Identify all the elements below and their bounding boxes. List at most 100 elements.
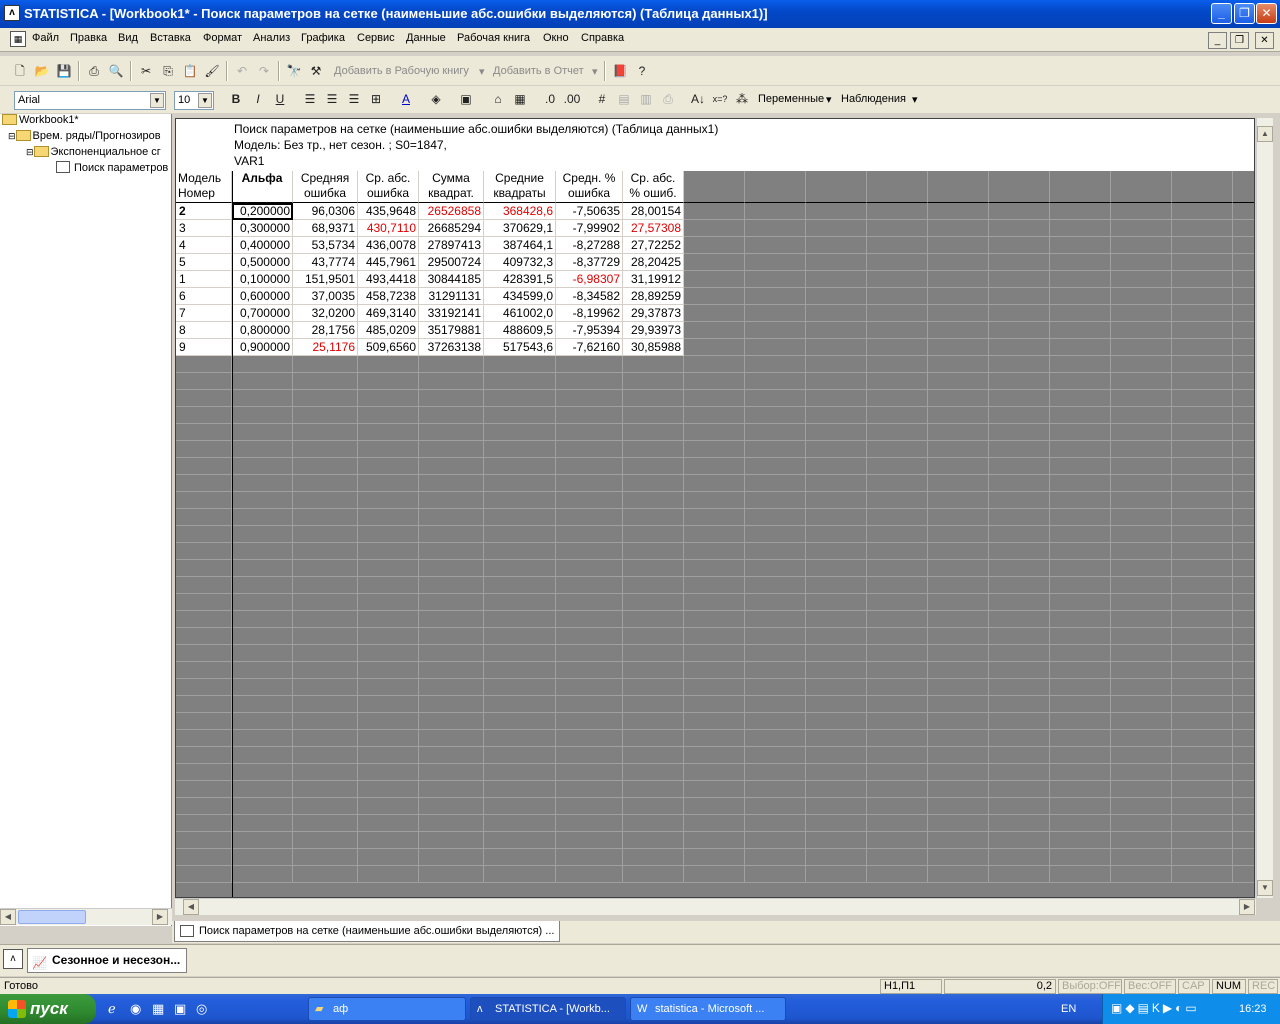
font-color-icon[interactable]: A [396,89,416,109]
paste-icon[interactable]: 📋 [180,61,200,81]
italic-icon[interactable]: I [248,89,268,109]
empty-cell[interactable] [989,798,1050,815]
menu-item-9[interactable]: Данные [406,32,446,44]
empty-cell[interactable] [806,560,867,577]
empty-cell[interactable] [556,645,623,662]
bold-icon[interactable]: B [226,89,246,109]
fill-color-icon[interactable]: ◈ [426,89,446,109]
empty-cell[interactable] [806,322,867,339]
empty-cell[interactable] [928,611,989,628]
empty-cell[interactable] [484,679,556,696]
empty-cell[interactable] [1050,271,1111,288]
empty-cell[interactable] [684,203,745,220]
empty-cell[interactable] [928,696,989,713]
empty-cell[interactable] [293,560,358,577]
empty-cell[interactable] [989,662,1050,679]
empty-cell[interactable] [1050,577,1111,594]
empty-cell[interactable] [928,628,989,645]
empty-cell[interactable] [989,458,1050,475]
empty-cell[interactable] [1172,424,1233,441]
empty-cell[interactable] [806,339,867,356]
empty-cell[interactable] [745,798,806,815]
empty-cell[interactable] [293,424,358,441]
empty-cell[interactable] [684,611,745,628]
empty-cell[interactable] [928,645,989,662]
empty-cell[interactable] [806,781,867,798]
empty-cell[interactable] [232,713,293,730]
empty-cell[interactable] [293,832,358,849]
empty-cell[interactable] [989,339,1050,356]
table-cell[interactable]: 32,0200 [293,305,358,322]
undo-icon[interactable]: ↶ [232,61,252,81]
empty-cell[interactable] [1050,713,1111,730]
empty-cell[interactable] [989,305,1050,322]
empty-cell[interactable] [1172,730,1233,747]
empty-cell[interactable] [745,866,806,883]
empty-cell[interactable] [419,441,484,458]
empty-cell[interactable] [484,832,556,849]
empty-cell[interactable] [684,815,745,832]
empty-cell[interactable] [867,815,928,832]
empty-cell[interactable] [684,220,745,237]
empty-cell[interactable] [806,220,867,237]
collapse-icon[interactable]: ⊟ [8,131,16,141]
empty-cell[interactable] [1111,322,1172,339]
empty-cell[interactable] [1111,662,1172,679]
table-cell[interactable]: 68,9371 [293,220,358,237]
empty-cell[interactable] [928,730,989,747]
tree-hscrollbar[interactable]: ◀ ▶ [0,908,172,925]
empty-cell[interactable] [1050,662,1111,679]
print-preview-icon[interactable]: 🔍 [106,61,126,81]
empty-cell[interactable] [419,424,484,441]
app-quicklaunch-icon[interactable]: ▣ [174,1001,186,1017]
empty-cell[interactable] [684,356,745,373]
empty-cell[interactable] [867,832,928,849]
menu-item-2[interactable]: Правка [70,32,107,44]
tag-icon[interactable]: ⌂ [488,89,508,109]
grid-vscrollbar[interactable]: ▲ ▼ [1256,118,1273,898]
empty-cell[interactable] [1172,747,1233,764]
empty-cell[interactable] [1172,390,1233,407]
empty-cell[interactable] [806,764,867,781]
table-cell[interactable]: 409732,3 [484,254,556,271]
empty-cell[interactable] [556,747,623,764]
empty-cell[interactable] [556,832,623,849]
empty-cell[interactable] [1111,475,1172,492]
table-cell[interactable]: 43,7774 [293,254,358,271]
borders-icon[interactable]: ▣ [456,89,476,109]
row-header[interactable]: 5 [176,254,232,271]
tree-leaf-grid-search[interactable]: Поиск параметров [56,160,168,176]
empty-cell[interactable] [1233,526,1254,543]
empty-cell[interactable] [358,832,419,849]
empty-cell[interactable] [623,798,684,815]
table-cell[interactable]: 29500724 [419,254,484,271]
empty-cell[interactable] [745,832,806,849]
empty-cell[interactable] [867,730,928,747]
empty-cell[interactable] [1111,628,1172,645]
new-file-icon[interactable]: 🗋 [10,61,30,81]
empty-cell[interactable] [293,764,358,781]
empty-cell[interactable] [232,662,293,679]
empty-cell[interactable] [806,271,867,288]
empty-cell[interactable] [989,254,1050,271]
empty-cell[interactable] [623,679,684,696]
empty-cell[interactable] [232,611,293,628]
table-cell[interactable]: 31,19912 [623,271,684,288]
empty-cell[interactable] [867,577,928,594]
redo-icon[interactable]: ↷ [254,61,274,81]
empty-cell[interactable] [1111,254,1172,271]
table-cell[interactable]: 151,9501 [293,271,358,288]
empty-cell[interactable] [556,560,623,577]
empty-cell[interactable] [232,475,293,492]
minimize-button[interactable]: _ [1211,3,1232,24]
empty-cell[interactable] [1172,526,1233,543]
table-cell[interactable]: 0,400000 [232,237,293,254]
empty-cell[interactable] [1172,628,1233,645]
empty-cell[interactable] [745,509,806,526]
empty-cell[interactable] [232,390,293,407]
maximize-button[interactable]: ❐ [1234,3,1255,24]
empty-cell[interactable] [484,866,556,883]
empty-cell[interactable] [684,747,745,764]
empty-cell[interactable] [806,713,867,730]
empty-cell[interactable] [867,526,928,543]
